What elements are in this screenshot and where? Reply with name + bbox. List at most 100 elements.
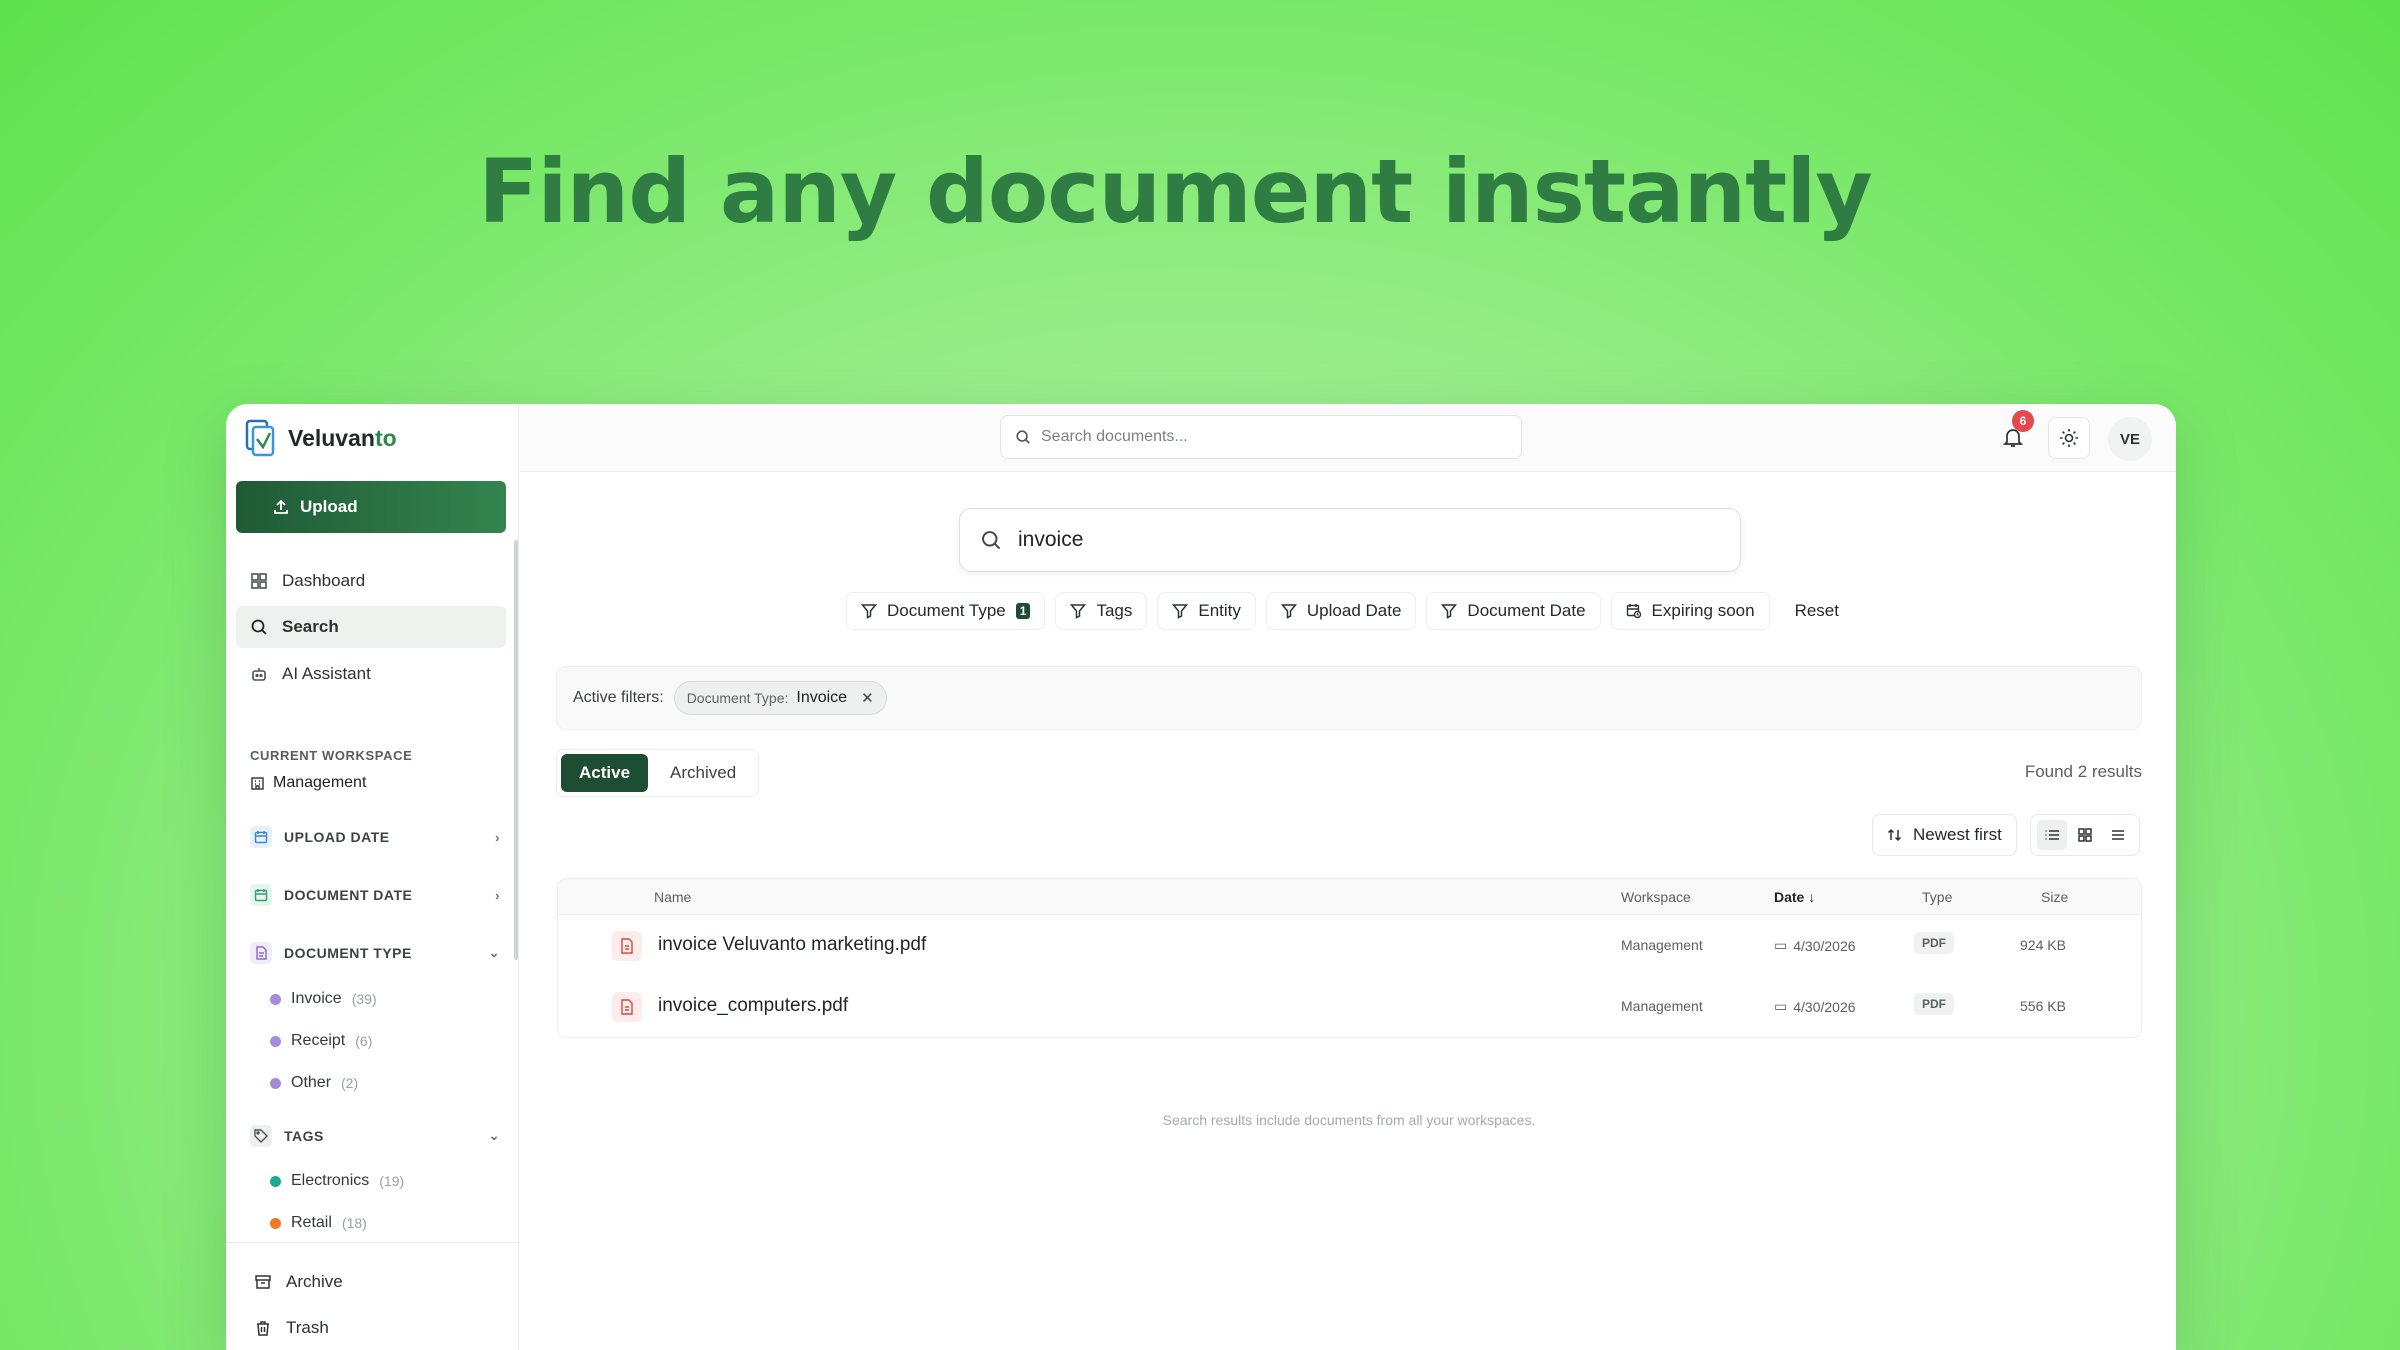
tag-retail[interactable]: Retail (18) xyxy=(270,1214,367,1232)
color-dot xyxy=(270,993,281,1005)
filter-document-date[interactable]: DOCUMENT DATE › xyxy=(250,880,500,910)
avatar[interactable]: VE xyxy=(2108,417,2152,461)
doc-type-receipt[interactable]: Receipt (6) xyxy=(270,1032,372,1050)
file-name[interactable]: invoice Veluvanto marketing.pdf xyxy=(658,934,926,956)
column-size[interactable]: Size xyxy=(2041,889,2068,905)
filter-tags-button[interactable]: Tags xyxy=(1055,592,1148,630)
hero-title: Find any document instantly xyxy=(478,140,1872,243)
tag-count: (19) xyxy=(379,1173,405,1189)
column-date[interactable]: Date ↓ xyxy=(1774,889,1815,905)
file-date: ▭ 4/30/2026 xyxy=(1774,998,1856,1015)
global-search-input[interactable]: Search documents... xyxy=(1000,415,1522,459)
chip-label: Expiring soon xyxy=(1651,601,1755,620)
results-table: Name Workspace Date ↓ Type Size invoice … xyxy=(557,878,2142,1038)
column-name[interactable]: Name xyxy=(654,889,691,905)
results-count: Found 2 results xyxy=(2024,762,2142,781)
reset-filters-button[interactable]: Reset xyxy=(1779,592,1854,630)
building-icon xyxy=(251,776,264,790)
sidebar-scrollbar[interactable] xyxy=(514,540,518,960)
doc-type-count: (2) xyxy=(341,1075,359,1091)
archive-label: Archive xyxy=(286,1272,343,1291)
file-size: 924 KB xyxy=(2020,937,2066,953)
filter-entity-button[interactable]: Entity xyxy=(1157,592,1256,630)
notifications-button[interactable]: 6 xyxy=(1998,410,2034,452)
filter-upload-date[interactable]: UPLOAD DATE › xyxy=(250,822,500,852)
nav-label: Search xyxy=(282,617,339,636)
filter-upload-date-button[interactable]: Upload Date xyxy=(1265,592,1417,630)
close-icon[interactable]: ✕ xyxy=(861,689,874,707)
sort-icon xyxy=(1887,828,1902,842)
theme-toggle-button[interactable] xyxy=(2048,417,2090,459)
filter-document-type[interactable]: DOCUMENT TYPE ⌄ xyxy=(250,938,500,968)
sort-button[interactable]: Newest first xyxy=(1872,814,2017,856)
trash-link[interactable]: Trash xyxy=(254,1318,329,1338)
workspace-name[interactable]: Management xyxy=(250,774,366,792)
calendar-icon: ▭ xyxy=(1774,998,1788,1014)
search-placeholder: Search documents... xyxy=(1041,428,1188,445)
view-toggle xyxy=(2030,814,2140,856)
doc-type-count: (39) xyxy=(351,991,377,1007)
upload-button[interactable]: Upload xyxy=(236,481,506,533)
table-row[interactable]: invoice_computers.pdf Management ▭ 4/30/2… xyxy=(558,976,2141,1037)
active-filter-chip[interactable]: Document Type: Invoice ✕ xyxy=(673,681,887,715)
nav-label: AI Assistant xyxy=(282,664,371,683)
tag-electronics[interactable]: Electronics (19) xyxy=(270,1172,404,1190)
filter-expiring-soon-button[interactable]: Expiring soon xyxy=(1610,592,1770,630)
filter-document-type-button[interactable]: Document Type 1 xyxy=(846,592,1046,630)
doc-type-invoice[interactable]: Invoice (39) xyxy=(270,990,377,1008)
grid-view-button[interactable] xyxy=(2070,820,2100,850)
list-view-button[interactable] xyxy=(2036,820,2067,850)
compact-view-button[interactable] xyxy=(2103,820,2133,850)
calendar-icon: ▭ xyxy=(1774,937,1788,953)
search-icon xyxy=(982,531,1001,550)
active-filters-label: Active filters: xyxy=(573,689,664,706)
filter-tags[interactable]: TAGS ⌄ xyxy=(250,1121,500,1151)
doc-type-other[interactable]: Other (2) xyxy=(270,1074,358,1092)
file-size: 556 KB xyxy=(2020,998,2066,1014)
filter-document-date-button[interactable]: Document Date xyxy=(1426,592,1601,630)
search-icon xyxy=(1016,430,1030,444)
workspace-section-label: CURRENT WORKSPACE xyxy=(250,748,413,763)
search-input[interactable]: invoice xyxy=(959,508,1741,572)
active-filters-bar: Active filters: Document Type: Invoice ✕ xyxy=(556,666,2142,730)
filter-icon xyxy=(1280,604,1297,619)
pdf-file-icon xyxy=(612,992,642,1022)
top-bar: Search documents... 6 VE xyxy=(520,404,2176,472)
chevron-down-icon: ⌄ xyxy=(488,945,500,960)
menu-icon xyxy=(2112,830,2125,840)
tag-count: (18) xyxy=(341,1215,367,1231)
app-window: Veluvanto Upload Dashboard Search AI Ass… xyxy=(226,404,2176,1350)
logo[interactable]: Veluvanto xyxy=(244,418,397,458)
file-date: ▭ 4/30/2026 xyxy=(1774,937,1856,954)
file-icon xyxy=(250,942,272,964)
nav-item-ai-assistant[interactable]: AI Assistant xyxy=(236,653,506,695)
active-filter-key: Document Type: xyxy=(686,690,789,706)
nav-item-search[interactable]: Search xyxy=(236,606,506,648)
archive-icon xyxy=(255,1275,271,1289)
doc-type-count: (6) xyxy=(355,1033,373,1049)
color-dot xyxy=(270,1217,281,1229)
table-row[interactable]: invoice Veluvanto marketing.pdf Manageme… xyxy=(558,915,2141,976)
tag-icon xyxy=(250,1125,272,1147)
trash-label: Trash xyxy=(286,1318,329,1337)
grid-icon xyxy=(2078,828,2092,842)
chip-label: Entity xyxy=(1198,601,1241,620)
color-dot xyxy=(270,1077,281,1089)
file-type-badge: PDF xyxy=(1914,932,1954,954)
nav-item-dashboard[interactable]: Dashboard xyxy=(236,560,506,602)
file-name[interactable]: invoice_computers.pdf xyxy=(658,995,848,1017)
calendar-clock-icon xyxy=(1626,604,1641,619)
tab-archived[interactable]: Archived xyxy=(652,754,754,792)
chip-label: Tags xyxy=(1096,601,1133,620)
filter-icon xyxy=(1070,604,1087,619)
nav-label: Dashboard xyxy=(282,571,366,590)
column-type[interactable]: Type xyxy=(1922,889,1952,905)
active-filter-value: Invoice xyxy=(796,689,848,706)
archive-link[interactable]: Archive xyxy=(254,1272,343,1292)
column-workspace[interactable]: Workspace xyxy=(1621,889,1691,905)
doc-type-label: Invoice xyxy=(291,990,342,1007)
doc-type-label: Other xyxy=(291,1074,332,1091)
app-name: Veluvanto xyxy=(288,425,397,452)
tab-active[interactable]: Active xyxy=(561,754,649,792)
filter-chips: Document Type 1 Tags Entity Upload Date … xyxy=(846,592,1854,630)
